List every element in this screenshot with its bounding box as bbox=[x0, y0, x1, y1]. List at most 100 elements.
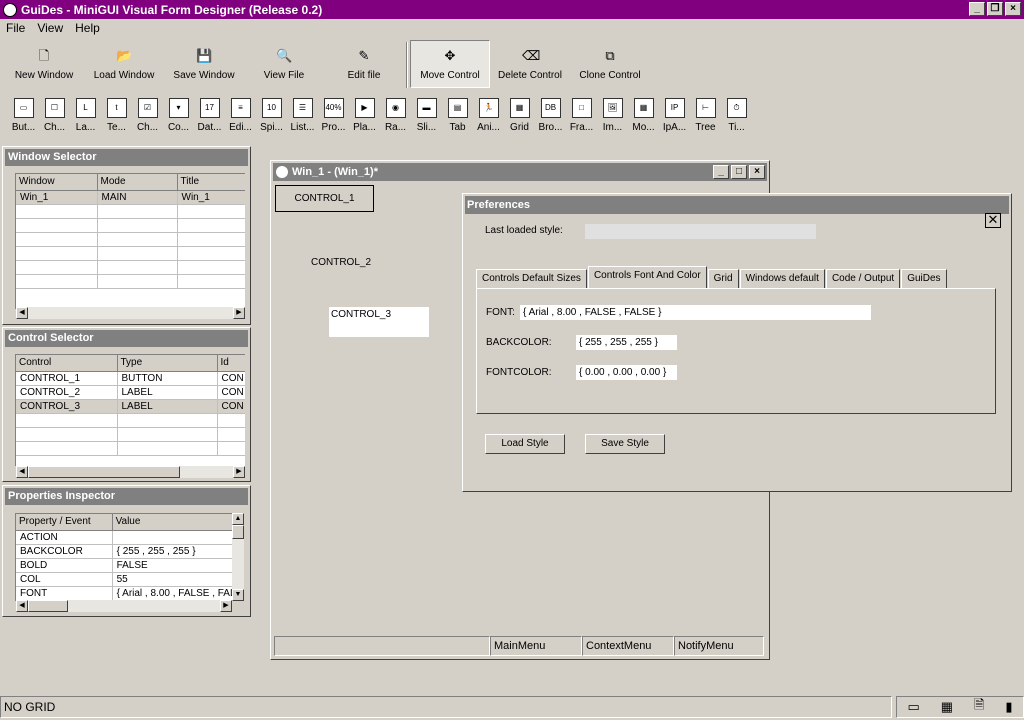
designer-title-bar[interactable]: Win_1 - (Win_1)* _ □ × bbox=[273, 163, 767, 181]
document-icon[interactable]: 🗎 bbox=[974, 696, 984, 718]
palette-button[interactable]: DB Bro... bbox=[535, 95, 566, 139]
main-menu-status[interactable]: MainMenu bbox=[490, 636, 582, 656]
tab-code-output[interactable]: Code / Output bbox=[825, 269, 901, 288]
control-grid-hscroll[interactable]: ◀ ▶ bbox=[16, 466, 245, 478]
palette-button[interactable]: ☑ Ch... bbox=[132, 95, 163, 139]
grid-icon[interactable]: ▦ bbox=[941, 699, 953, 715]
table-row[interactable]: BACKCOLOR{ 255 , 255 , 255 } bbox=[16, 544, 233, 559]
palette-button[interactable]: ▬ Sli... bbox=[411, 95, 442, 139]
restore-button[interactable]: ❐ bbox=[987, 2, 1003, 16]
table-row[interactable]: COL 55 bbox=[16, 572, 233, 587]
maximize-button[interactable]: □ bbox=[731, 165, 747, 179]
scroll-up-icon[interactable]: ▲ bbox=[232, 513, 244, 525]
context-menu-status[interactable]: ContextMenu bbox=[582, 636, 674, 656]
palette-button[interactable]: 🏃 Ani... bbox=[473, 95, 504, 139]
palette-button[interactable]: IP IpA... bbox=[659, 95, 690, 139]
app-title-bar[interactable]: GuiDes - MiniGUI Visual Form Designer (R… bbox=[0, 0, 1024, 19]
tab-controls-font-and-color[interactable]: Controls Font And Color bbox=[587, 266, 707, 288]
scroll-thumb[interactable] bbox=[28, 466, 180, 478]
window-grid[interactable]: Window Mode Title Win_1 MAIN Win_1 bbox=[15, 173, 245, 309]
scroll-right-icon[interactable]: ▶ bbox=[233, 307, 245, 319]
table-row[interactable]: Win_1 MAIN Win_1 bbox=[16, 190, 245, 205]
control-3-label[interactable]: CONTROL_3 bbox=[329, 307, 429, 337]
scroll-thumb[interactable] bbox=[232, 525, 244, 539]
table-row[interactable]: CONTROL_3 LABEL CON bbox=[16, 399, 245, 414]
notify-menu-status[interactable]: NotifyMenu bbox=[674, 636, 764, 656]
table-row[interactable]: CONTROL_2 LABEL CON bbox=[16, 385, 245, 400]
scroll-left-icon[interactable]: ◀ bbox=[16, 600, 28, 612]
scroll-thumb[interactable] bbox=[28, 600, 68, 612]
palette-button[interactable]: ▦ Mo... bbox=[628, 95, 659, 139]
menu-file[interactable]: File bbox=[0, 21, 31, 35]
tab-grid[interactable]: Grid bbox=[707, 269, 739, 288]
column-header[interactable]: Title bbox=[177, 174, 245, 191]
view-file-button[interactable]: 🔍 View File bbox=[244, 40, 324, 88]
load-style-button[interactable]: Load Style bbox=[485, 434, 565, 454]
menu-help[interactable]: Help bbox=[69, 21, 106, 35]
palette-button[interactable]: ⊢ Tree bbox=[690, 95, 721, 139]
clone-control-button[interactable]: ⧉ Clone Control bbox=[570, 40, 650, 88]
table-row[interactable]: BOLD FALSE bbox=[16, 558, 233, 573]
palette-button[interactable]: □ Fra... bbox=[566, 95, 597, 139]
column-header[interactable]: Mode bbox=[97, 174, 178, 191]
delete-control-button[interactable]: ⌫ Delete Control bbox=[490, 40, 570, 88]
column-header[interactable]: Window bbox=[16, 174, 98, 191]
palette-button[interactable]: 10 Spi... bbox=[256, 95, 287, 139]
properties-grid[interactable]: Property / Event Value ACTION BACKCOLOR{… bbox=[15, 513, 233, 601]
palette-button[interactable]: 17 Dat... bbox=[194, 95, 225, 139]
scroll-left-icon[interactable]: ◀ bbox=[16, 307, 28, 319]
column-header[interactable]: Type bbox=[117, 355, 218, 372]
edit-file-button[interactable]: ✎ Edit file bbox=[324, 40, 404, 88]
palette-icon[interactable]: ▮ bbox=[1005, 699, 1012, 715]
palette-button[interactable]: L La... bbox=[70, 95, 101, 139]
close-icon[interactable]: ✕ bbox=[985, 213, 1001, 228]
tab-windows-default[interactable]: Windows default bbox=[739, 269, 825, 288]
scroll-down-icon[interactable]: ▼ bbox=[232, 589, 244, 601]
font-field[interactable]: { Arial , 8.00 , FALSE , FALSE } bbox=[520, 305, 871, 320]
close-button[interactable]: × bbox=[749, 165, 765, 179]
tab-controls-default-sizes[interactable]: Controls Default Sizes bbox=[476, 269, 587, 288]
table-row[interactable]: CONTROL_1 BUTTON CON bbox=[16, 371, 245, 386]
palette-button[interactable]: ◉ Ra... bbox=[380, 95, 411, 139]
window-grid-hscroll[interactable]: ◀ ▶ bbox=[16, 307, 245, 319]
minimize-button[interactable]: _ bbox=[713, 165, 729, 179]
palette-button[interactable]: ⏱ Ti... bbox=[721, 95, 752, 139]
palette-button[interactable]: t Te... bbox=[101, 95, 132, 139]
save-window-button[interactable]: 💾 Save Window bbox=[164, 40, 244, 88]
column-header[interactable]: Id bbox=[217, 355, 245, 372]
tab-guides[interactable]: GuiDes bbox=[901, 269, 947, 288]
palette-button[interactable]: ▾ Co... bbox=[163, 95, 194, 139]
table-row[interactable]: ACTION bbox=[16, 530, 233, 545]
close-button[interactable]: × bbox=[1005, 2, 1021, 16]
palette-button[interactable]: ≡ Edi... bbox=[225, 95, 256, 139]
column-header[interactable]: Value bbox=[112, 514, 233, 531]
save-style-button[interactable]: Save Style bbox=[585, 434, 665, 454]
properties-vscroll[interactable]: ▲ ▼ bbox=[232, 513, 244, 601]
column-header[interactable]: Property / Event bbox=[16, 514, 113, 531]
menu-view[interactable]: View bbox=[31, 21, 69, 35]
palette-button[interactable]: 🖼 Im... bbox=[597, 95, 628, 139]
fontcolor-field[interactable]: { 0.00 , 0.00 , 0.00 } bbox=[576, 365, 677, 380]
control-2-label[interactable]: CONTROL_2 bbox=[311, 257, 371, 268]
scroll-left-icon[interactable]: ◀ bbox=[16, 466, 28, 478]
minimize-button[interactable]: _ bbox=[969, 2, 985, 16]
palette-button[interactable]: ☰ List... bbox=[287, 95, 318, 139]
palette-button[interactable]: ▤ Tab bbox=[442, 95, 473, 139]
palette-button[interactable]: ▶ Pla... bbox=[349, 95, 380, 139]
properties-hscroll[interactable]: ◀ ▶ bbox=[16, 600, 232, 612]
palette-button[interactable]: ▭ But... bbox=[8, 95, 39, 139]
window-icon[interactable]: ▭ bbox=[907, 699, 919, 715]
move-control-button[interactable]: ✥ Move Control bbox=[410, 40, 490, 88]
palette-button[interactable]: ▦ Grid bbox=[504, 95, 535, 139]
scroll-right-icon[interactable]: ▶ bbox=[233, 466, 245, 478]
palette-button[interactable]: ☐ Ch... bbox=[39, 95, 70, 139]
backcolor-field[interactable]: { 255 , 255 , 255 } bbox=[576, 335, 677, 350]
control-1-button[interactable]: CONTROL_1 bbox=[275, 185, 374, 212]
column-header[interactable]: Control bbox=[16, 355, 118, 372]
load-window-button[interactable]: 📂 Load Window bbox=[84, 40, 164, 88]
scroll-right-icon[interactable]: ▶ bbox=[220, 600, 232, 612]
control-grid[interactable]: Control Type Id CONTROL_1 BUTTON CON CONTR… bbox=[15, 354, 245, 466]
new-window-button[interactable]: 🗋 New Window bbox=[4, 40, 84, 88]
table-row[interactable]: FONT{ Arial , 8.00 , FALSE , FALSE } bbox=[16, 586, 233, 601]
palette-button[interactable]: 40% Pro... bbox=[318, 95, 349, 139]
